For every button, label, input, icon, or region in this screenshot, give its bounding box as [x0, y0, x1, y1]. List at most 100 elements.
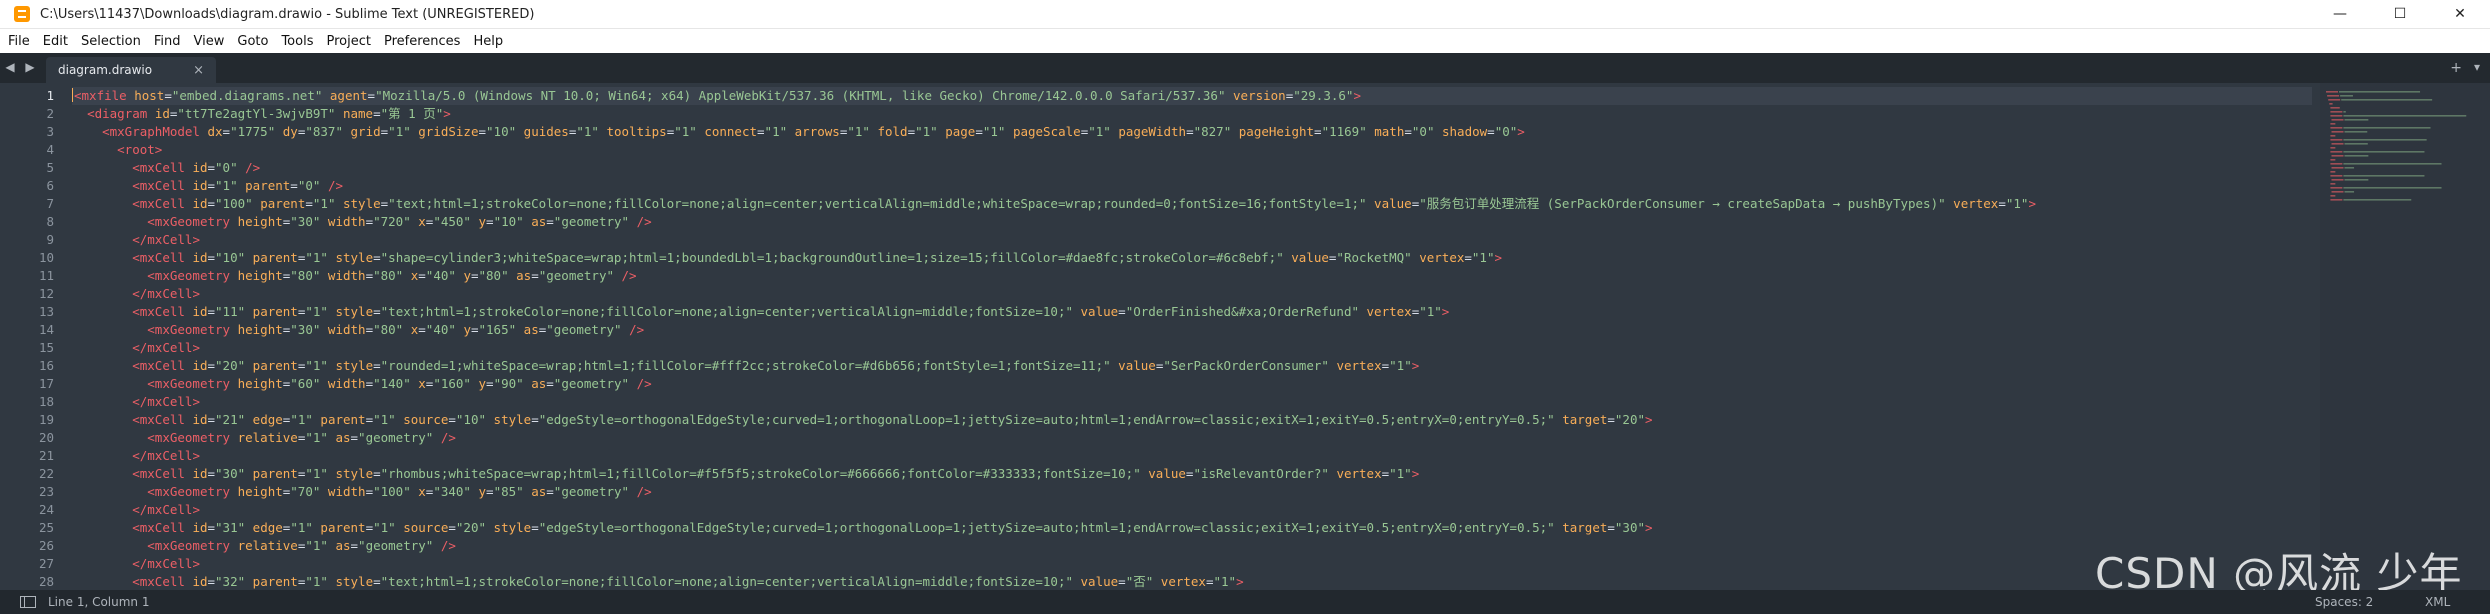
- line-number: 18: [38, 394, 54, 409]
- line-number: 5: [46, 160, 54, 175]
- minimap-line: [2330, 115, 2343, 117]
- tab-close-icon[interactable]: ×: [193, 63, 204, 78]
- menu-bar: File Edit Selection Find View Goto Tools…: [0, 29, 2490, 53]
- minimap-line: [2343, 187, 2442, 189]
- code-line[interactable]: <mxfile host="embed.diagrams.net" agent=…: [72, 87, 2312, 105]
- menu-help[interactable]: Help: [473, 34, 503, 49]
- code-line[interactable]: <diagram id="tt7Te2agtYl-3wjvB9T" name="…: [72, 105, 2312, 123]
- indentation-setting[interactable]: Spaces: 2: [2315, 595, 2373, 609]
- tab-nav-right-icon[interactable]: ▶: [20, 60, 40, 74]
- new-tab-icon[interactable]: +: [2450, 60, 2462, 76]
- line-number: 20: [38, 430, 54, 445]
- code-line[interactable]: <mxCell id="21" edge="1" parent="1" sour…: [72, 411, 2312, 429]
- line-number: 8: [46, 214, 54, 229]
- code-line[interactable]: <mxGeometry height="30" width="720" x="4…: [72, 213, 2312, 231]
- code-line[interactable]: <mxCell id="20" parent="1" style="rounde…: [72, 357, 2312, 375]
- minimap-line: [2330, 151, 2343, 153]
- minimap-line: [2330, 135, 2336, 137]
- code-view[interactable]: <mxfile host="embed.diagrams.net" agent=…: [72, 83, 2312, 590]
- code-line[interactable]: <mxCell id="11" parent="1" style="text;h…: [72, 303, 2312, 321]
- code-line[interactable]: </mxCell>: [72, 393, 2312, 411]
- minimap-line: [2344, 167, 2355, 169]
- minimize-button[interactable]: —: [2310, 0, 2370, 28]
- code-line[interactable]: </mxCell>: [72, 447, 2312, 465]
- minimap-line: [2331, 179, 2344, 181]
- minimap-line: [2330, 183, 2336, 185]
- minimap-line: [2330, 187, 2343, 189]
- line-number: 6: [46, 178, 54, 193]
- line-number: 16: [38, 358, 54, 373]
- minimap-line: [2343, 151, 2425, 153]
- code-line[interactable]: <mxCell id="1" parent="0" />: [72, 177, 2312, 195]
- maximize-button[interactable]: ☐: [2370, 0, 2430, 28]
- minimap-line: [2344, 191, 2355, 193]
- minimap[interactable]: [2320, 83, 2490, 590]
- minimap-line: [2343, 139, 2427, 141]
- code-line[interactable]: <mxGeometry height="70" width="100" x="3…: [72, 483, 2312, 501]
- code-line[interactable]: </mxCell>: [72, 501, 2312, 519]
- tab-menu-icon[interactable]: ▾: [2474, 60, 2480, 74]
- menu-selection[interactable]: Selection: [81, 34, 141, 49]
- menu-find[interactable]: Find: [154, 34, 181, 49]
- line-number: 1: [46, 88, 54, 103]
- code-line[interactable]: <mxGeometry relative="1" as="geometry" /…: [72, 429, 2312, 447]
- code-line[interactable]: <mxCell id="100" parent="1" style="text;…: [72, 195, 2312, 213]
- code-line[interactable]: <mxGeometry height="80" width="80" x="40…: [72, 267, 2312, 285]
- code-line[interactable]: </mxCell>: [72, 285, 2312, 303]
- window-title: C:\Users\11437\Downloads\diagram.drawio …: [40, 6, 535, 22]
- title-bar: C:\Users\11437\Downloads\diagram.drawio …: [0, 0, 2490, 29]
- minimap-line: [2329, 103, 2333, 105]
- minimap-line: [2330, 107, 2340, 109]
- line-number: 19: [38, 412, 54, 427]
- code-line[interactable]: <mxGeometry relative="1" as="geometry" /…: [72, 537, 2312, 555]
- panel-toggle-icon[interactable]: [20, 596, 36, 608]
- menu-tools[interactable]: Tools: [281, 34, 313, 49]
- minimap-line: [2330, 139, 2343, 141]
- tab-bar: ◀ ▶ diagram.drawio × + ▾: [0, 53, 2490, 83]
- minimap-line: [2326, 91, 2338, 93]
- tab-nav-left-icon[interactable]: ◀: [0, 60, 20, 74]
- minimap-line: [2344, 179, 2369, 181]
- tab-label: diagram.drawio: [58, 63, 153, 77]
- line-number: 14: [38, 322, 54, 337]
- minimap-line: [2331, 191, 2344, 193]
- code-line[interactable]: <mxGeometry height="30" width="80" x="40…: [72, 321, 2312, 339]
- minimap-line: [2330, 199, 2343, 201]
- minimap-line: [2339, 91, 2421, 93]
- syntax-selector[interactable]: XML: [2425, 595, 2450, 609]
- code-line[interactable]: </mxCell>: [72, 231, 2312, 249]
- menu-project[interactable]: Project: [326, 34, 370, 49]
- minimap-line: [2328, 99, 2341, 101]
- menu-file[interactable]: File: [8, 34, 30, 49]
- minimap-line: [2330, 123, 2336, 125]
- editor-area[interactable]: 1 2 3 4 5 6 7 8 9 10 11 12 13 14 15 16 17 18 19 20 21 22 23 24 2…: [0, 83, 2490, 590]
- code-line[interactable]: <mxCell id="32" parent="1" style="text;h…: [72, 573, 2312, 590]
- menu-preferences[interactable]: Preferences: [384, 34, 460, 49]
- code-line[interactable]: <root>: [72, 141, 2312, 159]
- menu-edit[interactable]: Edit: [43, 34, 68, 49]
- minimap-line: [2330, 159, 2336, 161]
- code-line[interactable]: <mxCell id="10" parent="1" style="shape=…: [72, 249, 2312, 267]
- code-line[interactable]: </mxCell>: [72, 555, 2312, 573]
- minimap-line: [2343, 175, 2425, 177]
- code-line[interactable]: <mxGeometry height="60" width="140" x="1…: [72, 375, 2312, 393]
- status-bar: Line 1, Column 1 Spaces: 2 XML: [0, 590, 2490, 614]
- code-line[interactable]: <mxCell id="0" />: [72, 159, 2312, 177]
- close-button[interactable]: ✕: [2430, 0, 2490, 28]
- code-line[interactable]: </mxCell>: [72, 339, 2312, 357]
- line-number: 28: [38, 574, 54, 589]
- menu-view[interactable]: View: [194, 34, 225, 49]
- line-number: 9: [46, 232, 54, 247]
- code-line[interactable]: <mxCell id="31" edge="1" parent="1" sour…: [72, 519, 2312, 537]
- line-number: 25: [38, 520, 54, 535]
- tab-diagram-drawio[interactable]: diagram.drawio ×: [46, 57, 216, 83]
- minimap-line: [2344, 131, 2368, 133]
- minimap-line: [2344, 155, 2369, 157]
- minimap-line: [2344, 143, 2368, 145]
- code-line[interactable]: <mxCell id="30" parent="1" style="rhombu…: [72, 465, 2312, 483]
- code-line[interactable]: <mxGraphModel dx="1775" dy="837" grid="1…: [72, 123, 2312, 141]
- minimap-line: [2331, 119, 2344, 121]
- line-number: 3: [46, 124, 54, 139]
- menu-goto[interactable]: Goto: [237, 34, 268, 49]
- minimap-line: [2330, 127, 2343, 129]
